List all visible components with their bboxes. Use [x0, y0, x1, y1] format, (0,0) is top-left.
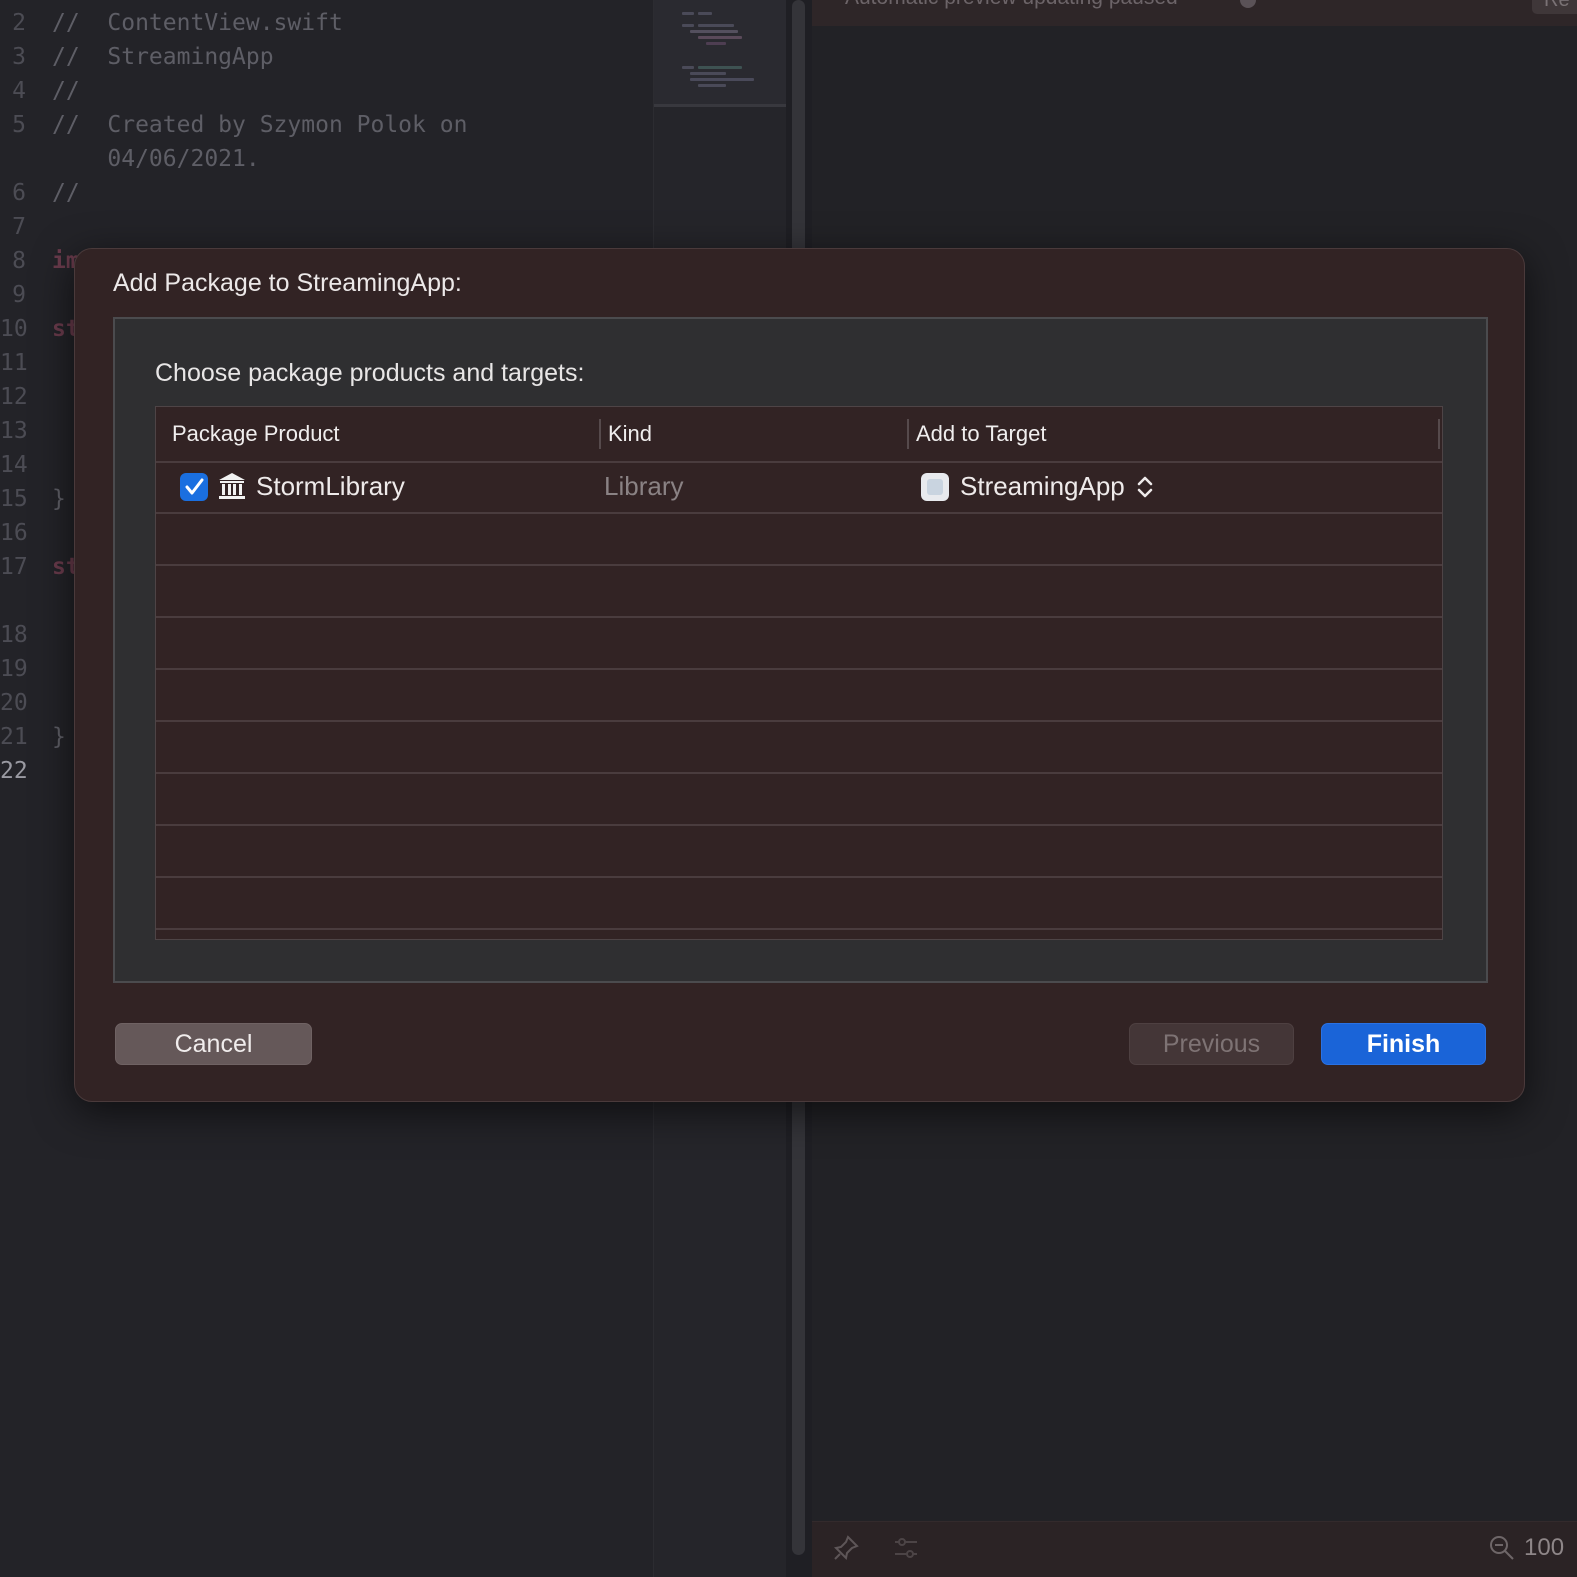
code-line[interactable]: 6 // — [0, 176, 653, 210]
column-divider[interactable] — [599, 419, 601, 449]
chevron-up-down-icon[interactable] — [1136, 474, 1154, 500]
line-number: 21 — [0, 724, 28, 750]
code-text: } — [52, 724, 66, 750]
line-number: 2 — [12, 10, 26, 36]
code-text: // — [52, 180, 80, 206]
line-number: 7 — [12, 214, 26, 240]
line-number: 22 — [0, 758, 28, 784]
line-number: 14 — [0, 452, 28, 478]
code-line[interactable]: 5 // Created by Szymon Polok on — [0, 108, 653, 142]
line-number: 13 — [0, 418, 28, 444]
package-kind: Library — [604, 471, 684, 501]
empty-table-row — [156, 513, 1442, 566]
line-number: 3 — [12, 44, 26, 70]
dialog-content-panel: Choose package products and targets: Pac… — [113, 317, 1488, 983]
code-text: // — [52, 78, 80, 104]
column-divider[interactable] — [907, 419, 909, 449]
library-building-icon — [219, 473, 245, 499]
empty-table-row — [156, 721, 1442, 774]
line-number: 5 — [12, 112, 26, 138]
line-number: 20 — [0, 690, 28, 716]
line-number: 8 — [12, 248, 26, 274]
zoom-out-icon[interactable] — [1488, 1534, 1516, 1562]
dialog-title: Add Package to StreamingApp: — [113, 269, 462, 297]
empty-table-row — [156, 617, 1442, 670]
resume-button[interactable]: Re — [1532, 0, 1577, 14]
line-number: 16 — [0, 520, 28, 546]
code-line[interactable]: 04/06/2021. — [0, 142, 653, 176]
zoom-level: 100 — [1524, 1534, 1565, 1561]
line-number: 17 — [0, 554, 28, 580]
line-number: 18 — [0, 622, 28, 648]
empty-table-row — [156, 877, 1442, 930]
preview-bottom-bar: 100 — [812, 1521, 1577, 1577]
previous-button[interactable]: Previous — [1129, 1023, 1294, 1065]
cancel-button[interactable]: Cancel — [115, 1023, 312, 1065]
pin-icon[interactable] — [832, 1534, 860, 1562]
table-row[interactable]: StormLibrary Library StreamingApp — [156, 461, 1442, 514]
line-number: 11 — [0, 350, 28, 376]
table-header: Package Product Kind Add to Target — [156, 407, 1442, 463]
app-target-icon — [921, 473, 949, 501]
line-number: 9 — [12, 282, 26, 308]
line-number: 15 — [0, 486, 28, 512]
empty-table-row — [156, 825, 1442, 878]
column-header-kind[interactable]: Kind — [608, 407, 652, 461]
code-text: // Created by Szymon Polok on — [52, 112, 468, 138]
info-icon[interactable] — [1240, 0, 1256, 8]
empty-table-row — [156, 565, 1442, 618]
column-header-product[interactable]: Package Product — [172, 407, 340, 461]
add-package-dialog: Add Package to StreamingApp: Choose pack… — [74, 248, 1525, 1102]
include-product-checkbox[interactable] — [180, 473, 208, 501]
package-products-table: Package Product Kind Add to Target Storm… — [155, 406, 1443, 940]
minimap-visible-region[interactable] — [654, 0, 787, 107]
code-line[interactable]: 3 // StreamingApp — [0, 40, 653, 74]
target-select[interactable]: StreamingApp — [960, 461, 1125, 512]
empty-table-row — [156, 773, 1442, 826]
adjustments-icon[interactable] — [892, 1534, 920, 1562]
code-text: // StreamingApp — [52, 44, 274, 70]
preview-status-text: Automatic preview updating paused — [845, 0, 1178, 10]
line-number: 10 — [0, 316, 28, 342]
checkmark-icon — [185, 478, 204, 495]
package-product-name: StormLibrary — [256, 471, 405, 501]
line-number: 12 — [0, 384, 28, 410]
finish-button[interactable]: Finish — [1321, 1023, 1486, 1065]
line-number: 6 — [12, 180, 26, 206]
preview-status-bar: Automatic preview updating paused Re — [812, 0, 1577, 26]
code-text: 04/06/2021. — [52, 146, 260, 172]
column-header-target[interactable]: Add to Target — [916, 407, 1046, 461]
code-line[interactable]: 2 // ContentView.swift — [0, 6, 653, 40]
column-divider[interactable] — [1438, 419, 1440, 449]
code-line[interactable]: 7 — [0, 210, 653, 244]
empty-table-row — [156, 669, 1442, 722]
code-line[interactable]: 4 // — [0, 74, 653, 108]
dialog-subtitle: Choose package products and targets: — [155, 359, 585, 387]
code-text: } — [52, 486, 66, 512]
line-number: 4 — [12, 78, 26, 104]
line-number: 19 — [0, 656, 28, 682]
code-text: // ContentView.swift — [52, 10, 343, 36]
